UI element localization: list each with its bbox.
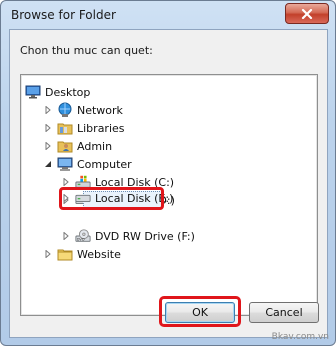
tree-item-label: Admin (77, 139, 113, 153)
tree-item-dvd-rw-drive-f[interactable]: DVD DVD RW Drive (F:) (61, 227, 195, 245)
dvd-drive-icon: DVD (75, 228, 91, 244)
tree-item-computer[interactable]: Computer (43, 155, 132, 173)
annotation-highlight-local-disk-e (59, 187, 164, 210)
computer-icon (57, 156, 73, 172)
close-icon (301, 8, 313, 19)
title-bar[interactable]: Browse for Folder (1, 1, 335, 29)
tree-item-label: Computer (77, 157, 132, 171)
close-button[interactable] (285, 3, 329, 24)
browse-for-folder-dialog: Browse for Folder Chon thu muc can quet:… (0, 0, 336, 346)
tree-item-desktop[interactable]: Desktop (25, 83, 90, 101)
network-icon (57, 102, 73, 118)
expand-arrow-icon[interactable] (43, 249, 53, 259)
prompt-label: Chon thu muc can quet: (20, 44, 153, 57)
tree-item-network[interactable]: Network (43, 101, 123, 119)
expand-arrow-icon[interactable] (43, 123, 53, 133)
folder-icon (57, 246, 73, 262)
libraries-icon (57, 120, 73, 136)
watermark: Bkav.com.vn (271, 332, 329, 342)
cancel-button[interactable]: Cancel (249, 302, 319, 323)
dialog-body: Chon thu muc can quet: Desktop Network L… (9, 29, 328, 338)
tree-item-libraries[interactable]: Libraries (43, 119, 125, 137)
tree-item-label: Website (77, 247, 121, 261)
expand-arrow-icon[interactable] (61, 231, 71, 241)
expand-arrow-icon[interactable] (43, 105, 53, 115)
user-folder-icon (57, 138, 73, 154)
tree-item-website[interactable]: Website (43, 245, 121, 263)
expand-arrow-icon[interactable] (43, 141, 53, 151)
tree-item-label: Desktop (45, 85, 91, 99)
expand-arrow-icon[interactable] (61, 177, 71, 187)
tree-item-label: Network (77, 103, 123, 117)
tree-item-label: DVD RW Drive (F:) (95, 229, 195, 243)
desktop-icon (25, 84, 41, 100)
svg-text:DVD: DVD (77, 237, 85, 241)
ok-button[interactable]: OK (165, 302, 235, 323)
tree-item-label: Libraries (77, 121, 125, 135)
collapse-arrow-icon[interactable] (43, 159, 53, 169)
tree-item-admin[interactable]: Admin (43, 137, 112, 155)
window-title: Browse for Folder (11, 8, 116, 22)
